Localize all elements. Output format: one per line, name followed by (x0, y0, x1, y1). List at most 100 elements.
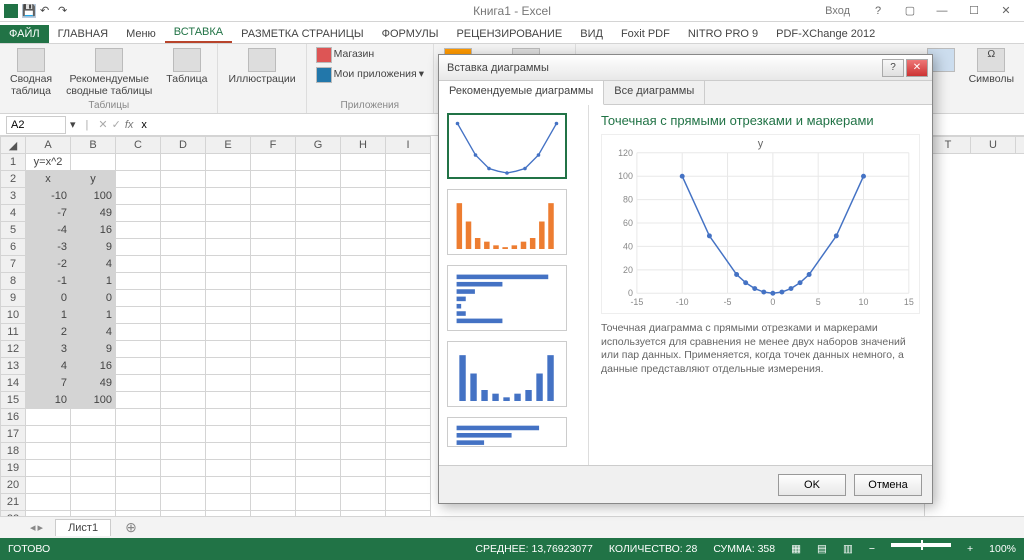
col-header[interactable]: D (161, 137, 206, 154)
chevron-down-icon[interactable]: ▾ (70, 118, 76, 131)
cell[interactable] (341, 460, 386, 477)
tab-file[interactable]: ФАЙЛ (0, 25, 49, 43)
undo-icon[interactable]: ↶ (40, 4, 54, 18)
cell[interactable] (341, 494, 386, 511)
col-header[interactable]: H (341, 137, 386, 154)
tab-recommended-charts[interactable]: Рекомендуемые диаграммы (439, 81, 604, 105)
cell[interactable] (116, 188, 161, 205)
tab-pdfx[interactable]: PDF-XChange 2012 (767, 25, 884, 43)
cell[interactable] (116, 477, 161, 494)
new-sheet-button[interactable]: ⊕ (113, 517, 149, 538)
cell[interactable] (206, 494, 251, 511)
cell[interactable] (116, 290, 161, 307)
row-header[interactable]: 16 (1, 409, 26, 426)
cell[interactable] (206, 341, 251, 358)
row-header[interactable]: 13 (1, 358, 26, 375)
cell[interactable] (296, 307, 341, 324)
zoom-out-icon[interactable]: − (869, 543, 875, 555)
cell[interactable] (386, 273, 431, 290)
cell[interactable] (251, 307, 296, 324)
cell[interactable] (341, 511, 386, 517)
dialog-titlebar[interactable]: Вставка диаграммы ? ✕ (439, 55, 932, 81)
cell[interactable] (251, 324, 296, 341)
fx-icon[interactable]: fx (125, 119, 134, 131)
cell[interactable] (296, 494, 341, 511)
cell[interactable] (386, 358, 431, 375)
cell[interactable] (296, 239, 341, 256)
cell[interactable] (161, 290, 206, 307)
redo-icon[interactable]: ↷ (58, 4, 72, 18)
cell[interactable] (206, 222, 251, 239)
enter-fx-icon[interactable]: ✓ (112, 118, 121, 131)
cell[interactable]: y=x^2 (26, 154, 71, 171)
zoom-in-icon[interactable]: + (967, 543, 973, 555)
cell[interactable]: -4 (26, 222, 71, 239)
cell[interactable]: 1 (26, 307, 71, 324)
row-header[interactable]: 18 (1, 443, 26, 460)
cell[interactable] (251, 511, 296, 517)
cell[interactable] (26, 426, 71, 443)
cell[interactable] (26, 511, 71, 517)
cell[interactable] (296, 290, 341, 307)
tab-nitro[interactable]: NITRO PRO 9 (679, 25, 767, 43)
cell[interactable] (296, 171, 341, 188)
tab-all-charts[interactable]: Все диаграммы (604, 81, 705, 104)
cell[interactable]: x (26, 171, 71, 188)
cell[interactable] (251, 477, 296, 494)
illustrations-button[interactable]: Иллюстрации (224, 46, 299, 88)
view-normal-icon[interactable]: ▦ (791, 543, 801, 555)
cell[interactable]: 49 (71, 375, 116, 392)
recommended-pivot-button[interactable]: Рекомендуемые сводные таблицы (62, 46, 156, 99)
cell[interactable]: 0 (71, 290, 116, 307)
row-header[interactable]: 17 (1, 426, 26, 443)
cell[interactable] (386, 494, 431, 511)
cell[interactable]: 0 (26, 290, 71, 307)
col-header[interactable]: G (296, 137, 341, 154)
row-header[interactable]: 3 (1, 188, 26, 205)
cell[interactable] (26, 494, 71, 511)
cell[interactable]: 16 (71, 222, 116, 239)
cell[interactable] (251, 375, 296, 392)
cell[interactable] (296, 409, 341, 426)
row-header[interactable]: 5 (1, 222, 26, 239)
cell[interactable] (161, 460, 206, 477)
cell[interactable] (206, 171, 251, 188)
cell[interactable] (206, 426, 251, 443)
cell[interactable] (26, 409, 71, 426)
cell[interactable] (71, 460, 116, 477)
cell[interactable]: 2 (26, 324, 71, 341)
cell[interactable] (206, 256, 251, 273)
cell[interactable] (116, 205, 161, 222)
cell[interactable] (161, 154, 206, 171)
cell[interactable] (116, 375, 161, 392)
col-header[interactable]: A (26, 137, 71, 154)
cell[interactable] (386, 188, 431, 205)
signin-link[interactable]: Вход (825, 5, 850, 17)
cell[interactable] (341, 324, 386, 341)
cell[interactable] (116, 392, 161, 409)
symbol-button[interactable]: ΩСимволы (965, 46, 1018, 88)
cell[interactable] (251, 239, 296, 256)
cell[interactable] (341, 188, 386, 205)
cell[interactable] (386, 324, 431, 341)
cell[interactable] (341, 154, 386, 171)
cell[interactable]: 7 (26, 375, 71, 392)
zoom-level[interactable]: 100% (989, 543, 1016, 555)
cell[interactable]: 4 (71, 256, 116, 273)
cell[interactable] (71, 443, 116, 460)
cell[interactable] (206, 324, 251, 341)
tab-home[interactable]: ГЛАВНАЯ (49, 25, 117, 43)
cell[interactable] (116, 324, 161, 341)
view-layout-icon[interactable]: ▤ (817, 543, 827, 555)
cell[interactable] (341, 222, 386, 239)
cell[interactable]: 9 (71, 341, 116, 358)
cell[interactable] (161, 273, 206, 290)
dialog-close-icon[interactable]: ✕ (906, 59, 928, 77)
cell[interactable] (341, 443, 386, 460)
cell[interactable] (206, 273, 251, 290)
cell[interactable] (161, 426, 206, 443)
cell[interactable] (251, 358, 296, 375)
tab-view[interactable]: ВИД (571, 25, 612, 43)
tab-nav-first-icon[interactable]: ◂ (30, 521, 36, 534)
cell[interactable] (206, 392, 251, 409)
